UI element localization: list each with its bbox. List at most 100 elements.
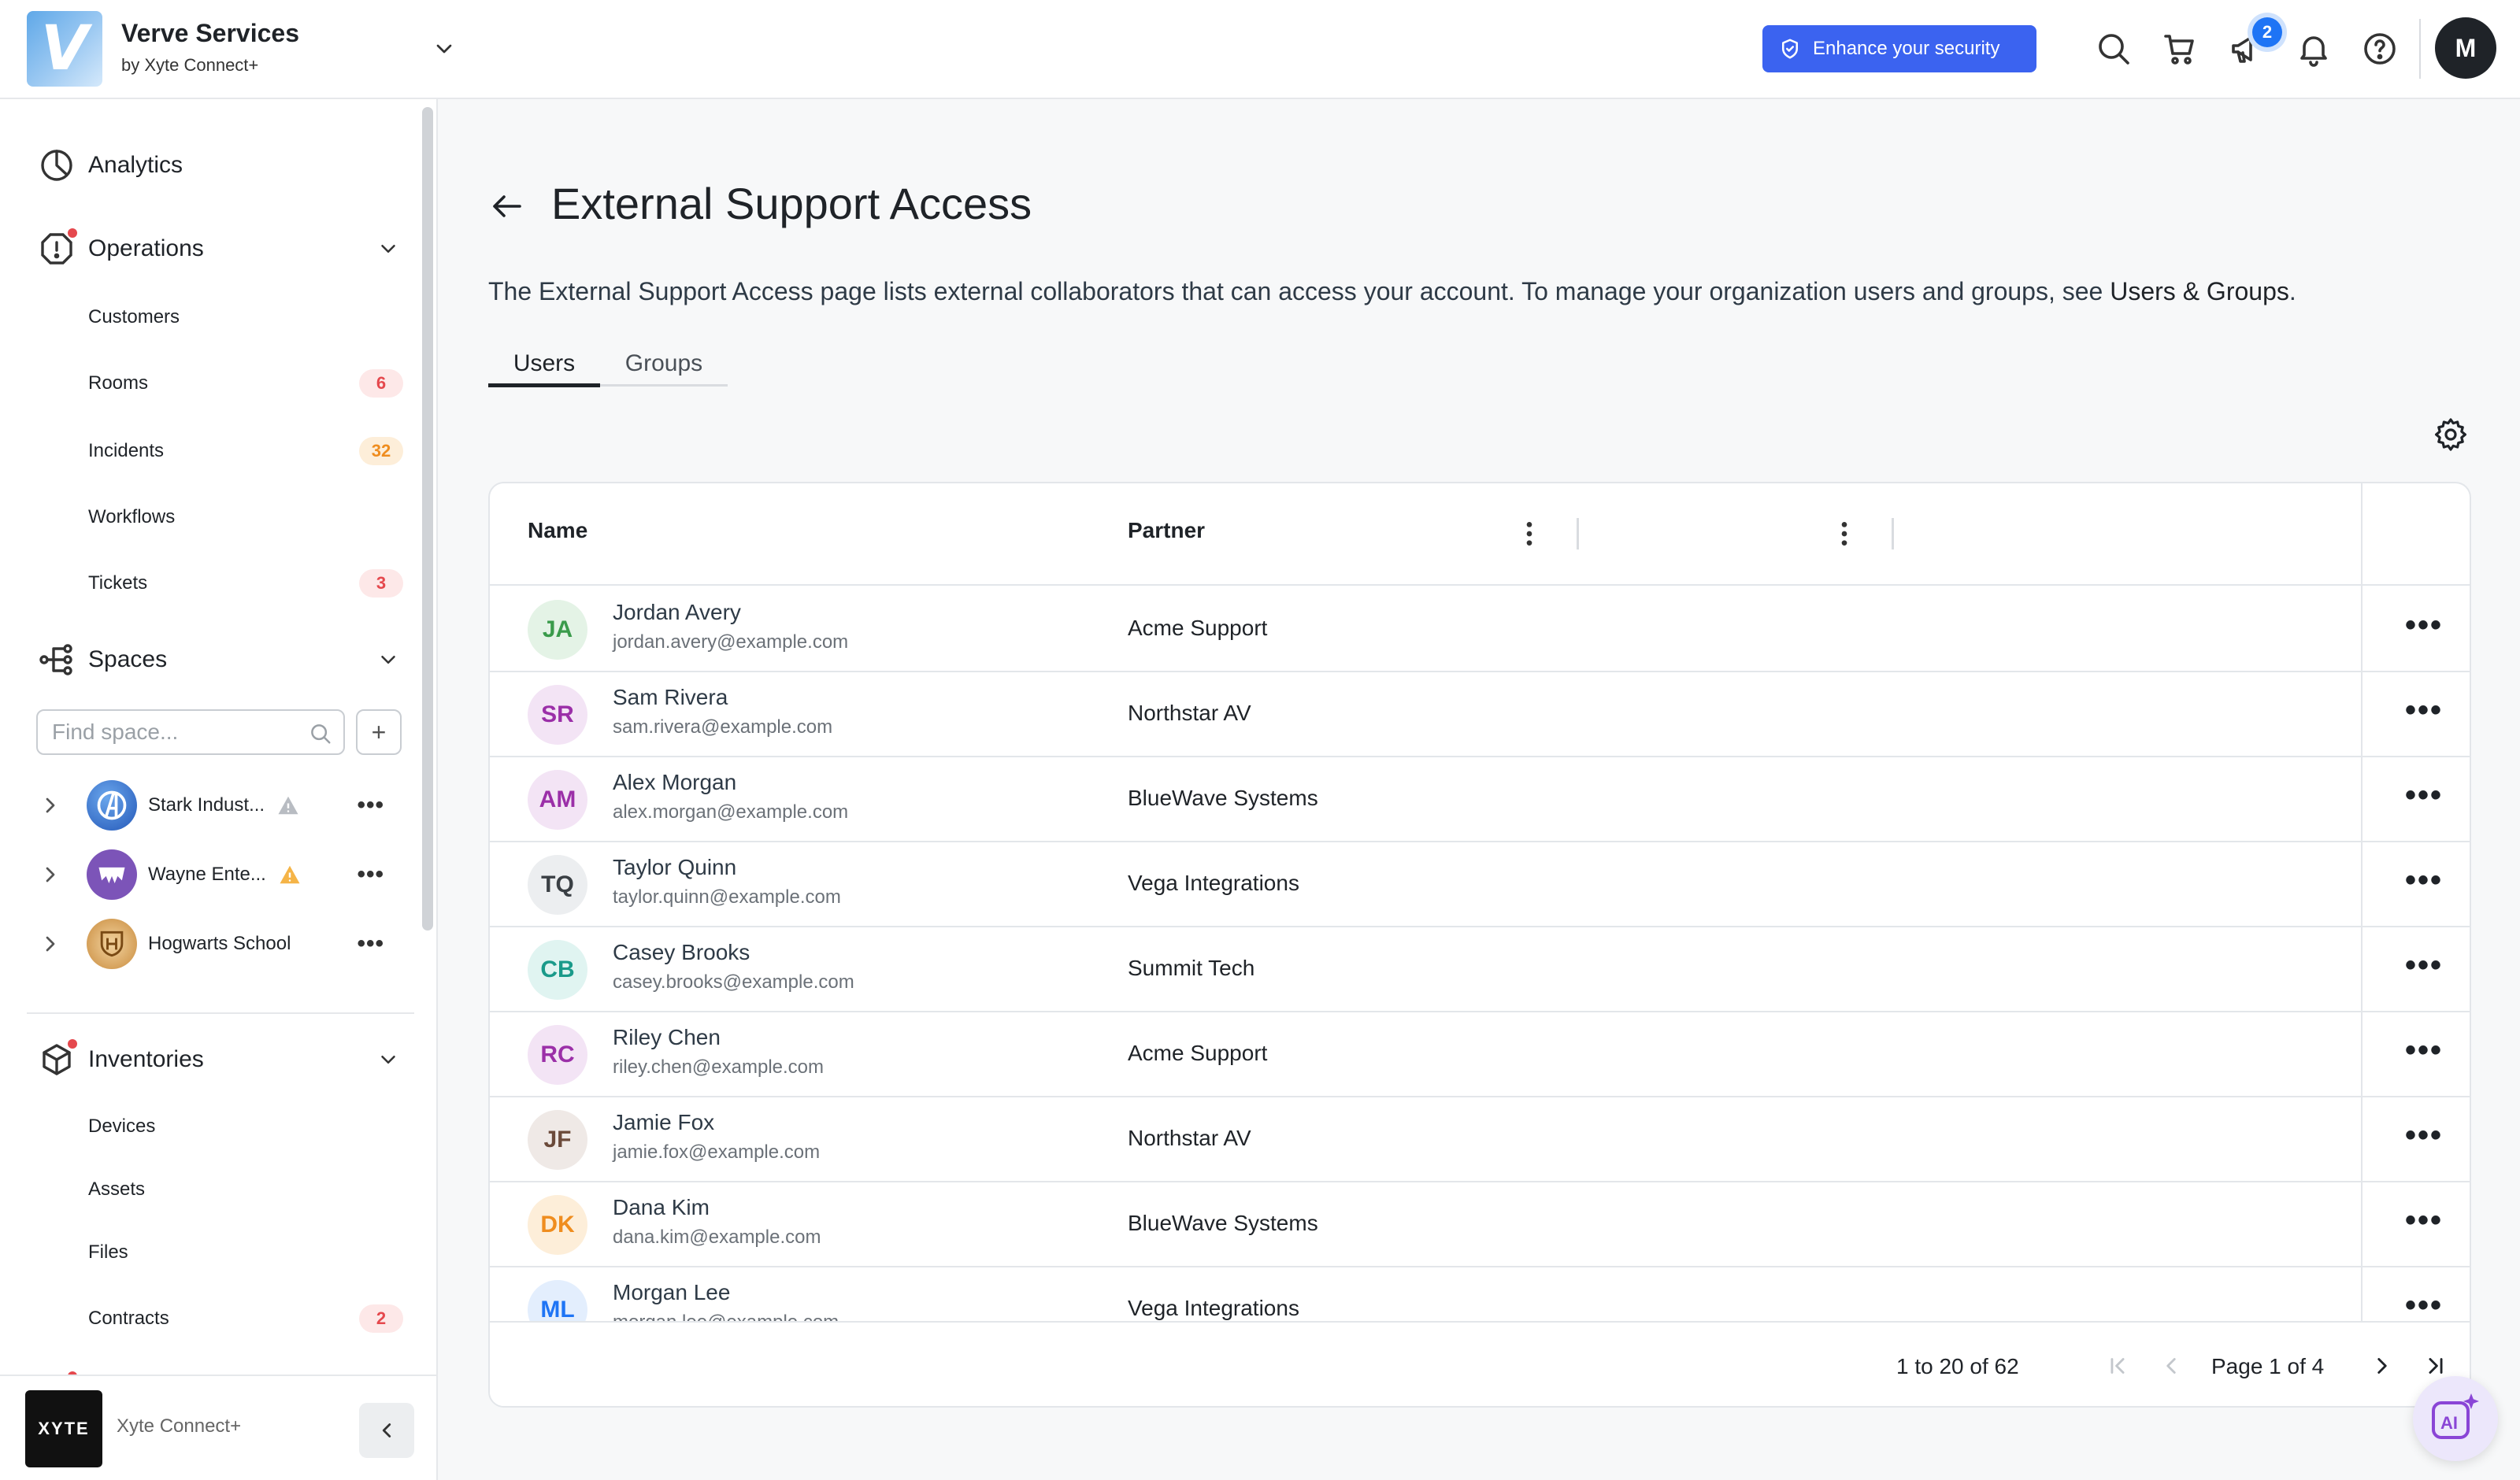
pagination-range: 1 to 20 of 62 [1896,1354,2019,1378]
sidebar-item-customers[interactable]: Customers [88,298,403,337]
tab-users[interactable]: Users [488,340,600,387]
table-row[interactable]: DK Dana Kim dana.kim@example.com BlueWave S… [490,1181,2470,1267]
last-page-icon[interactable] [2422,1352,2449,1379]
partner-name: BlueWave Systems [1128,1211,1318,1235]
table-row[interactable]: SR Sam Rivera sam.rivera@example.com Norths… [490,671,2470,757]
user-avatar[interactable]: M [2435,17,2496,79]
sidebar-section-spaces[interactable]: Spaces [38,636,400,683]
user-email: dana.kim@example.com [613,1227,821,1248]
warning-icon [280,865,300,884]
table-row[interactable]: ML Morgan Lee morgan.lee@example.com Vega I… [490,1266,2470,1321]
ai-label: AI [2440,1413,2458,1433]
enhance-security-label: Enhance your security [1813,38,2000,59]
next-page-icon[interactable] [2369,1352,2396,1379]
shield-check-icon [1782,39,1798,59]
app-logo[interactable]: V [27,11,102,87]
chevron-down-icon[interactable] [376,237,400,261]
ai-assistant-button[interactable]: AI [2413,1376,2498,1461]
sidebar-item-devices[interactable]: Devices [88,1107,403,1146]
chevron-down-icon[interactable] [376,648,400,672]
enhance-security-button[interactable]: Enhance your security [1762,25,2036,72]
collapse-sidebar-button[interactable] [359,1403,414,1458]
row-actions-icon[interactable]: ••• [2405,694,2443,726]
user-name: Casey Brooks [613,940,750,964]
column-header-name[interactable]: Name [528,518,587,543]
sidebar-scrollbar[interactable] [422,107,433,931]
column-resize-handle[interactable] [1577,518,1579,549]
sidebar: Analytics Operations Customers Rooms 6 I… [0,99,438,1480]
sidebar-item-analytics[interactable]: Analytics [38,142,400,189]
search-icon[interactable] [2095,30,2133,68]
space-item-stark[interactable]: Stark Indust... ••• [38,778,408,833]
table-row[interactable]: AM Alex Morgan alex.morgan@example.com Blue… [490,756,2470,842]
row-actions-icon[interactable]: ••• [2405,949,2443,981]
operations-alert-dot [68,228,77,238]
more-options-icon[interactable]: ••• [357,861,384,888]
column-menu-icon[interactable] [1836,518,1852,549]
chevron-right-icon[interactable] [38,931,63,956]
user-avatar: SR [528,685,587,745]
sidebar-item-rooms[interactable]: Rooms 6 [88,364,403,403]
row-actions-icon[interactable]: ••• [2405,1119,2443,1151]
user-name: Morgan Lee [613,1280,731,1304]
sidebar-label-operations: Operations [88,235,204,261]
column-menu-icon[interactable] [1521,518,1537,549]
row-actions-icon[interactable]: ••• [2405,1289,2443,1321]
bell-icon[interactable] [2295,30,2333,68]
row-actions-icon[interactable]: ••• [2405,864,2443,896]
help-icon[interactable] [2361,30,2399,68]
sidebar-item-incidents[interactable]: Incidents 32 [88,431,403,471]
first-page-icon[interactable] [2104,1352,2131,1379]
table-body: JA Jordan Avery jordan.avery@example.com Ac… [490,586,2470,1321]
row-actions-icon[interactable]: ••• [2405,1204,2443,1236]
chevron-down-icon[interactable] [376,1048,400,1071]
chevron-down-icon[interactable] [432,36,457,61]
user-name: Riley Chen [613,1025,721,1049]
prev-page-icon[interactable] [2158,1352,2185,1379]
users-table: Name Partner JA Jordan Avery jordan.avery@… [488,482,2471,1408]
table-row[interactable]: JA Jordan Avery jordan.avery@example.com Ac… [490,586,2470,672]
row-actions-icon[interactable]: ••• [2405,779,2443,811]
more-options-icon[interactable]: ••• [357,792,384,819]
back-arrow-icon[interactable] [488,187,526,225]
space-name: Stark Indust... [148,794,265,816]
xyte-logo[interactable]: XYTE [25,1390,102,1467]
sidebar-item-files[interactable]: Files [88,1233,403,1272]
row-actions-icon[interactable]: ••• [2405,609,2443,641]
more-options-icon[interactable]: ••• [357,931,384,957]
page-title: External Support Access [551,179,1032,228]
users-groups-link[interactable]: Users & Groups [2110,277,2289,305]
app-name[interactable]: Verve Services [121,19,299,48]
row-actions-icon[interactable]: ••• [2405,1034,2443,1066]
tab-groups[interactable]: Groups [600,340,728,387]
sidebar-item-tickets[interactable]: Tickets 3 [88,564,403,603]
table-row[interactable]: CB Casey Brooks casey.brooks@example.com Su… [490,926,2470,1012]
sidebar-divider [27,1012,414,1014]
cart-icon[interactable] [2161,30,2199,68]
space-item-hogwarts[interactable]: Hogwarts School ••• [38,916,408,971]
table-row[interactable]: TQ Taylor Quinn taylor.quinn@example.com Ve… [490,841,2470,927]
tickets-count-badge: 3 [359,569,403,598]
partner-name: Vega Integrations [1128,1296,1299,1320]
user-avatar: DK [528,1195,587,1255]
hogwarts-crest-icon [100,931,124,957]
gear-icon[interactable] [2432,416,2470,453]
sidebar-item-assets[interactable]: Assets [88,1170,403,1209]
sidebar-section-inventories[interactable]: Inventories [38,1036,400,1083]
chevron-right-icon[interactable] [38,793,63,818]
space-item-wayne[interactable]: Wayne Ente... ••• [38,847,408,902]
sidebar-item-workflows[interactable]: Workflows [88,498,403,537]
chevron-right-icon[interactable] [38,862,63,887]
find-space-input[interactable]: Find space... [36,709,345,755]
table-row[interactable]: RC Riley Chen riley.chen@example.com Acme S… [490,1011,2470,1097]
table-row[interactable]: JF Jamie Fox jamie.fox@example.com Northsta… [490,1096,2470,1182]
partner-name: Summit Tech [1128,956,1255,980]
sidebar-section-operations[interactable]: Operations [38,225,400,272]
notification-count-badge: 2 [2252,17,2282,47]
column-header-partner[interactable]: Partner [1128,518,1205,543]
sidebar-item-contracts[interactable]: Contracts 2 [88,1299,403,1338]
add-space-button[interactable]: + [356,709,402,755]
user-avatar: CB [528,940,587,1000]
space-name: Wayne Ente... [148,864,266,885]
column-resize-handle[interactable] [1892,518,1894,549]
